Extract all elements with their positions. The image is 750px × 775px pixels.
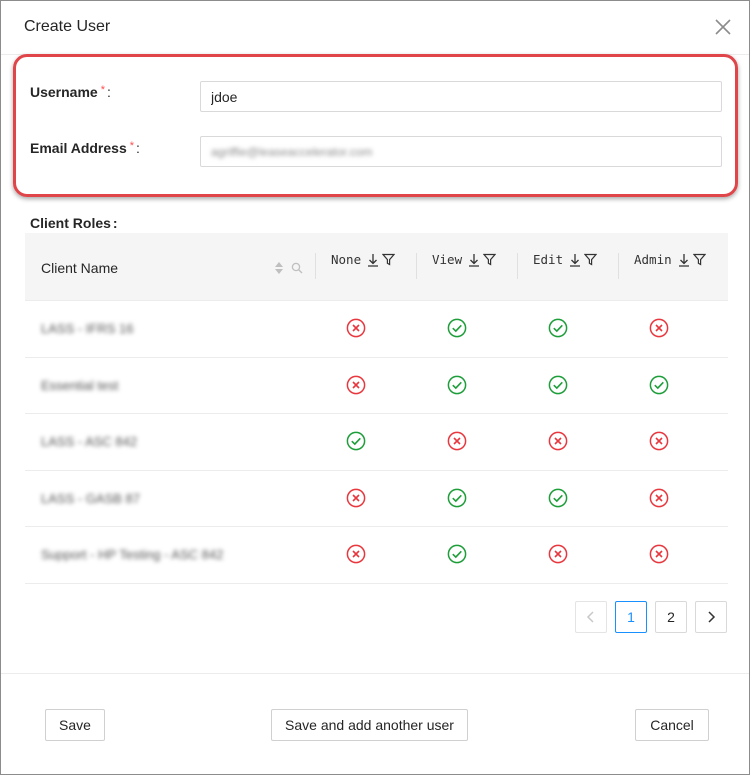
page-number: 1 (627, 609, 635, 625)
check-circle-icon (447, 318, 467, 338)
view-role-toggle[interactable] (447, 431, 467, 451)
page-number: 2 (667, 609, 675, 625)
check-circle-icon (548, 375, 568, 394)
search-icon[interactable] (291, 261, 303, 279)
filter-icon[interactable] (382, 253, 396, 266)
table-row: LASS - GASB 87 (25, 471, 728, 528)
none-role-toggle[interactable] (346, 375, 366, 395)
table-row: LASS - ASC 842 (25, 414, 728, 471)
view-role-toggle[interactable] (447, 318, 467, 338)
check-circle-icon (548, 318, 568, 338)
edit-role-toggle[interactable] (548, 375, 568, 395)
view-role-toggle[interactable] (447, 544, 467, 564)
column-divider (315, 253, 316, 279)
chevron-right-icon (708, 611, 716, 623)
client-name-cell: Essential test (41, 377, 119, 393)
view-role-toggle[interactable] (447, 488, 467, 508)
check-circle-icon (346, 431, 366, 451)
save-button[interactable]: Save (45, 709, 105, 741)
admin-role-toggle[interactable] (649, 544, 669, 564)
check-circle-icon (447, 545, 467, 564)
none-role-toggle[interactable] (346, 488, 366, 508)
close-circle-icon (346, 488, 366, 508)
close-circle-icon (649, 431, 669, 451)
dialog-title: Create User (24, 18, 111, 35)
filter-icon[interactable] (584, 253, 598, 266)
client-name-cell: LASS - ASC 842 (41, 434, 138, 450)
close-circle-icon (346, 545, 366, 564)
edit-role-toggle[interactable] (548, 544, 568, 564)
filter-icon[interactable] (692, 253, 706, 266)
edit-role-toggle[interactable] (548, 488, 568, 508)
column-header-edit: Edit (533, 252, 598, 267)
close-circle-icon (649, 488, 669, 508)
table-row: LASS - IFRS 16 (25, 301, 728, 358)
chevron-left-icon (586, 611, 594, 623)
close-icon (715, 19, 731, 35)
download-sort-icon[interactable] (367, 253, 379, 267)
table-row: Essential test (25, 358, 728, 415)
close-circle-icon (447, 431, 467, 451)
client-name-cell: Support - HP Testing - ASC 842 (41, 547, 224, 563)
column-header-label: Edit (533, 252, 564, 267)
pagination-prev-button[interactable] (575, 601, 607, 633)
column-header-admin: Admin (634, 252, 706, 267)
column-divider (618, 253, 619, 279)
pagination-page-1[interactable]: 1 (615, 601, 647, 633)
download-sort-icon[interactable] (468, 253, 480, 267)
table-row: Support - HP Testing - ASC 842 (25, 527, 728, 584)
column-header-label: Admin (634, 252, 672, 267)
view-role-toggle[interactable] (447, 375, 467, 395)
check-circle-icon (447, 375, 467, 394)
client-name-cell: LASS - IFRS 16 (41, 321, 134, 336)
client-roles-table-header: Client Name None View Edit Admin (25, 233, 728, 301)
column-header-view: View (432, 252, 497, 267)
column-divider (416, 253, 417, 279)
client-roles-table-body: LASS - IFRS 16 Essential test LASS - ASC 8… (25, 301, 728, 584)
client-roles-label-text: Client Roles (30, 215, 111, 231)
download-sort-icon[interactable] (569, 253, 581, 267)
dialog-header: Create User (1, 1, 749, 55)
none-role-toggle[interactable] (346, 544, 366, 564)
column-header-label: None (331, 252, 362, 267)
admin-role-toggle[interactable] (649, 318, 669, 338)
close-circle-icon (548, 431, 568, 451)
column-header-client-name: Client Name (41, 260, 119, 276)
check-circle-icon (447, 488, 467, 508)
close-circle-icon (548, 545, 568, 564)
admin-role-toggle[interactable] (649, 488, 669, 508)
pagination-next-button[interactable] (695, 601, 727, 633)
client-name-cell: LASS - GASB 87 (41, 490, 140, 506)
edit-role-toggle[interactable] (548, 431, 568, 451)
filter-icon[interactable] (483, 253, 497, 266)
admin-role-toggle[interactable] (649, 375, 669, 395)
close-button[interactable] (711, 15, 735, 39)
column-divider (517, 253, 518, 279)
cancel-button[interactable]: Cancel (635, 709, 709, 741)
admin-role-toggle[interactable] (649, 431, 669, 451)
close-circle-icon (346, 375, 366, 394)
none-role-toggle[interactable] (346, 431, 366, 451)
check-circle-icon (548, 488, 568, 508)
pagination-page-2[interactable]: 2 (655, 601, 687, 633)
save-and-add-another-button[interactable]: Save and add another user (271, 709, 468, 741)
column-header-label: View (432, 252, 463, 267)
close-circle-icon (649, 318, 669, 338)
client-roles-label: Client Roles: (30, 215, 118, 231)
column-header-none: None (331, 252, 396, 267)
close-circle-icon (346, 318, 366, 338)
check-circle-icon (649, 375, 669, 394)
download-sort-icon[interactable] (678, 253, 690, 267)
edit-role-toggle[interactable] (548, 318, 568, 338)
highlight-box (13, 54, 738, 197)
create-user-dialog: Create User Username*: Email Address*: a… (0, 0, 750, 775)
sort-icon[interactable] (273, 261, 285, 280)
label-colon: : (112, 215, 118, 231)
none-role-toggle[interactable] (346, 318, 366, 338)
close-circle-icon (649, 545, 669, 564)
